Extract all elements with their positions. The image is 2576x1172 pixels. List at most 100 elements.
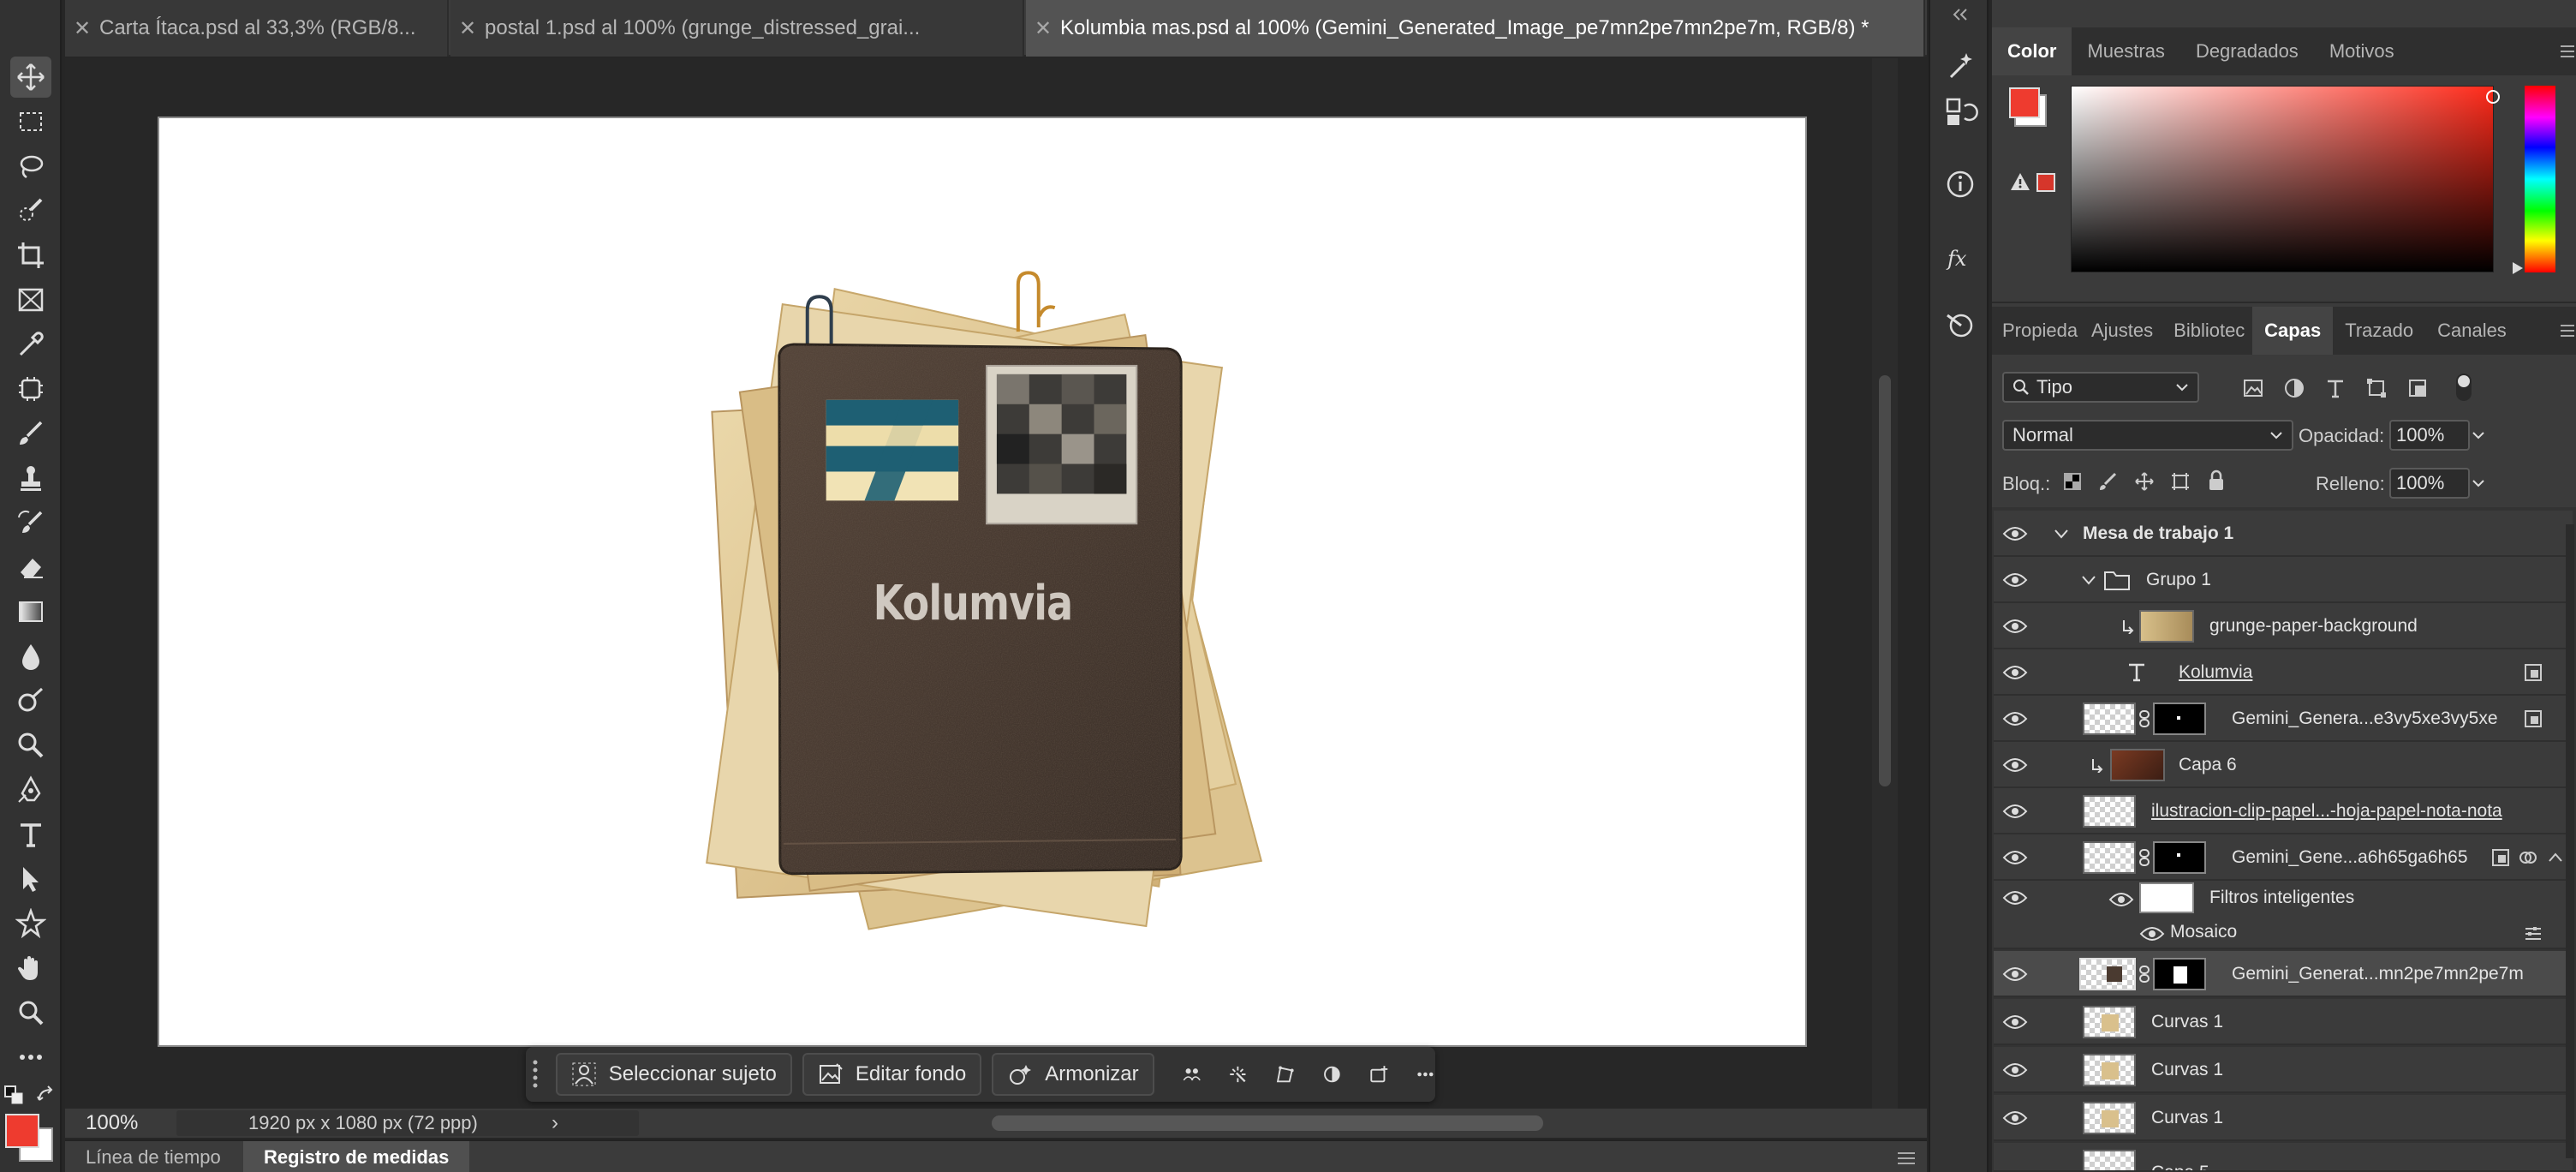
hand-tool-icon[interactable] <box>10 948 51 989</box>
eye-icon[interactable] <box>2002 801 2028 822</box>
history-panel-icon[interactable] <box>1942 94 1978 130</box>
eye-icon[interactable] <box>2108 889 2134 910</box>
filter-shape-icon[interactable] <box>2365 377 2388 399</box>
new-layer-icon[interactable] <box>1369 1061 1389 1087</box>
eye-icon[interactable] <box>2002 1060 2028 1080</box>
close-icon[interactable]: ✕ <box>1026 16 1060 41</box>
filter-pixel-icon[interactable] <box>2242 377 2264 399</box>
tab-adjustments[interactable]: Ajustes <box>2081 307 2163 355</box>
foreground-color-swatch[interactable] <box>5 1114 39 1148</box>
layer-row[interactable]: Curvas 1 <box>1994 1095 2573 1141</box>
blend-mode-dropdown[interactable]: Normal <box>2002 420 2293 451</box>
layer-row[interactable]: Gemini_Gene...a6h65ga6h65 <box>1994 834 2573 881</box>
layer-filter-kind-dropdown[interactable]: Tipo <box>2002 372 2199 403</box>
tab-channels[interactable]: Canales <box>2425 307 2519 355</box>
lock-all-icon[interactable] <box>2206 469 2227 492</box>
tab-postal-1[interactable]: ✕ postal 1.psd al 100% (grunge_distresse… <box>450 0 1024 57</box>
artboard[interactable]: Kolumvia <box>158 117 1807 1047</box>
more-tools-icon[interactable] <box>10 1037 51 1078</box>
chevron-down-icon[interactable] <box>2054 528 2069 540</box>
filter-adjustment-icon[interactable] <box>2283 377 2305 399</box>
burn-icon[interactable] <box>10 725 51 766</box>
zoom-tool-icon[interactable] <box>10 992 51 1033</box>
layer-row[interactable]: Curvas 1 <box>1994 1047 2573 1093</box>
panel-menu-icon[interactable] <box>1896 1150 1917 1167</box>
status-menu-arrow[interactable]: › <box>552 1109 558 1138</box>
hue-slider[interactable] <box>2525 86 2555 272</box>
layer-row[interactable]: Curvas 1 <box>1994 999 2573 1045</box>
lock-pixels-icon[interactable] <box>2098 471 2119 492</box>
eye-icon[interactable] <box>2002 1108 2028 1128</box>
select-subject-button[interactable]: Seleccionar sujeto <box>555 1053 792 1096</box>
clone-stamp-icon[interactable] <box>10 457 51 499</box>
eye-icon[interactable] <box>2139 924 2165 944</box>
link-icon[interactable] <box>2138 965 2151 984</box>
people-icon[interactable] <box>1182 1061 1202 1087</box>
tab-kolumbia-mas[interactable]: ✕ Kolumbia mas.psd al 100% (Gemini_Gener… <box>1026 0 1925 57</box>
layer-row[interactable]: Mesa de trabajo 1 <box>1994 511 2573 557</box>
scrollbar-thumb[interactable] <box>1879 375 1891 786</box>
layer-mask-thumbnail[interactable] <box>2153 703 2206 735</box>
zoom-level[interactable]: 100% <box>86 1109 138 1138</box>
eye-icon[interactable] <box>2002 964 2028 984</box>
tab-libraries[interactable]: Bibliotec <box>2163 307 2252 355</box>
close-icon[interactable]: ✕ <box>65 16 99 41</box>
eye-icon[interactable] <box>2002 523 2028 544</box>
horizontal-scrollbar-thumb[interactable] <box>992 1115 1543 1131</box>
eye-icon[interactable] <box>2002 1012 2028 1032</box>
pen-tool-icon[interactable] <box>10 769 51 810</box>
filter-type-icon[interactable] <box>2324 377 2346 399</box>
eye-icon[interactable] <box>2002 616 2028 637</box>
color-field[interactable] <box>2071 86 2500 272</box>
filter-row[interactable]: Mosaico <box>1994 915 2573 949</box>
history-brush-icon[interactable] <box>10 502 51 543</box>
gamut-color-swatch[interactable] <box>2036 173 2055 192</box>
shape-tool-icon[interactable] <box>10 903 51 944</box>
edit-background-button[interactable]: Editar fondo <box>802 1053 982 1096</box>
tab-swatches[interactable]: Muestras <box>2072 27 2179 75</box>
layer-row-selected[interactable]: Gemini_Generat...mn2pe7mn2pe7m <box>1994 951 2573 997</box>
close-icon[interactable]: ✕ <box>450 16 485 41</box>
hue-slider-handle-icon[interactable] <box>2511 260 2525 276</box>
discover-icon[interactable] <box>1942 48 1978 84</box>
move-tool-icon[interactable] <box>10 57 51 98</box>
color-picker-cursor[interactable] <box>2486 90 2500 104</box>
fill-input[interactable]: 100% <box>2389 468 2470 499</box>
chevron-up-icon[interactable] <box>2545 847 2566 868</box>
layer-row[interactable]: ilustracion-clip-papel...-hoja-papel-not… <box>1994 788 2573 834</box>
eraser-icon[interactable] <box>10 547 51 588</box>
eye-icon[interactable] <box>2002 709 2028 729</box>
brush-settings-icon[interactable] <box>1942 307 1978 343</box>
layer-row[interactable]: Kolumvia <box>1994 649 2573 696</box>
eye-icon[interactable] <box>2002 888 2028 908</box>
layers-scrollbar[interactable] <box>2566 524 2574 1158</box>
marquee-tool-icon[interactable] <box>10 101 51 142</box>
filter-options-icon[interactable] <box>2523 924 2543 944</box>
eye-icon[interactable] <box>2002 570 2028 590</box>
tab-color[interactable]: Color <box>1992 27 2072 75</box>
lasso-tool-icon[interactable] <box>10 146 51 187</box>
panel-menu-icon[interactable] <box>2559 43 2576 60</box>
transform-icon[interactable] <box>1275 1061 1295 1087</box>
layer-row[interactable]: Capa 6 <box>1994 742 2573 788</box>
fx-styles-icon[interactable]: fx <box>1942 240 1978 276</box>
harmonize-button[interactable]: Armonizar <box>992 1053 1154 1096</box>
layer-row[interactable]: grunge-paper-background <box>1994 603 2573 649</box>
tab-paths[interactable]: Trazado <box>2333 307 2425 355</box>
tab-layers[interactable]: Capas <box>2252 307 2334 355</box>
eyedropper-icon[interactable] <box>10 324 51 365</box>
frame-tool-icon[interactable] <box>10 279 51 320</box>
link-icon[interactable] <box>2138 709 2151 728</box>
opacity-chevron-down-icon[interactable] <box>2472 430 2485 440</box>
drag-handle-icon[interactable] <box>526 1047 546 1102</box>
tab-carta-itaca[interactable]: ✕ Carta Ítaca.psd al 33,3% (RGB/8... <box>65 0 449 57</box>
layer-mask-thumbnail[interactable] <box>2153 841 2206 874</box>
smart-filter-mask-thumbnail[interactable] <box>2139 882 2194 913</box>
type-tool-icon[interactable] <box>10 814 51 855</box>
tab-gradients[interactable]: Degradados <box>2180 27 2314 75</box>
layer-mask-thumbnail[interactable] <box>2153 958 2206 990</box>
gradient-icon[interactable] <box>10 591 51 632</box>
quick-select-icon[interactable] <box>10 190 51 231</box>
foreground-color-swatch[interactable] <box>2009 87 2040 118</box>
info-icon[interactable] <box>1942 166 1978 202</box>
